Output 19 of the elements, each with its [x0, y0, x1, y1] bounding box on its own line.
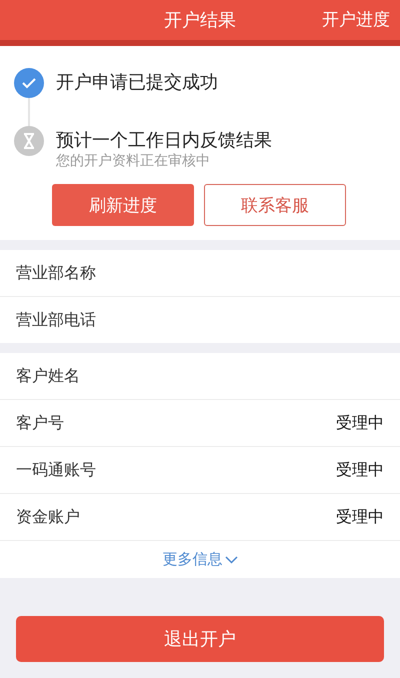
field-label: 营业部名称: [16, 262, 96, 284]
step-subtitle: 您的开户资料正在审核中: [56, 152, 211, 170]
field-label: 客户姓名: [16, 366, 80, 386]
field-label: 资金账户: [16, 506, 80, 528]
field-value: 受理中: [336, 506, 384, 528]
progress-link[interactable]: 开户进度: [322, 8, 390, 31]
field-value: 受理中: [336, 460, 384, 480]
chevron-down-icon: [224, 556, 238, 564]
field-label: 营业部电话: [16, 310, 96, 330]
step-title: 预计一个工作日内反馈结果: [56, 129, 272, 153]
page-title: 开户结果: [164, 9, 236, 32]
contact-button[interactable]: 联系客服: [204, 184, 346, 226]
more-info-link[interactable]: 更多信息: [162, 550, 238, 569]
step-title: 开户申请已提交成功: [56, 71, 218, 95]
refresh-button[interactable]: 刷新进度: [52, 184, 194, 226]
field-value: 受理中: [336, 412, 384, 434]
exit-button[interactable]: 退出开户: [16, 616, 384, 662]
field-label: 客户号: [16, 412, 64, 434]
field-label: 一码通账号: [16, 460, 96, 480]
